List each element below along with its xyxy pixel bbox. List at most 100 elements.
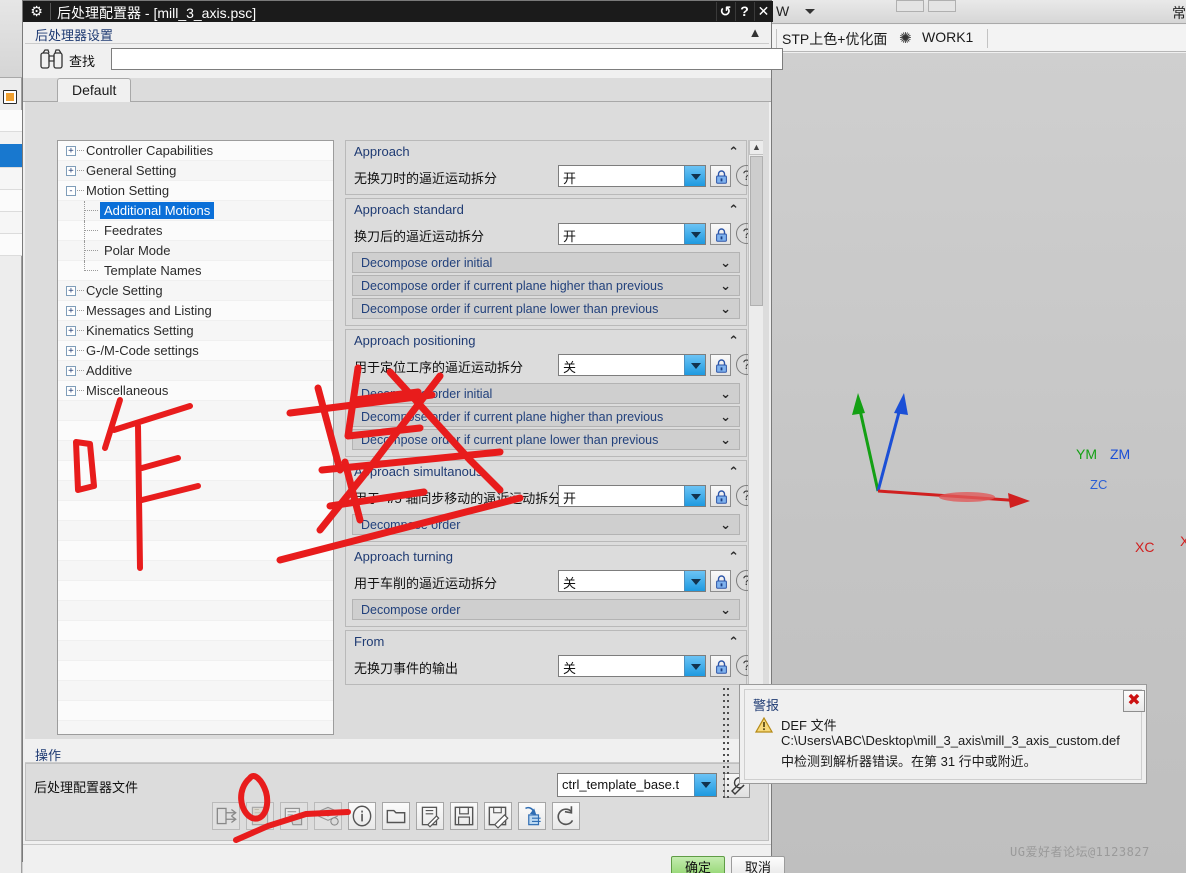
sidebar-item-controller-capabilities[interactable]: Controller Capabilities bbox=[86, 143, 213, 158]
group-header[interactable]: Approach standard ⌃ bbox=[346, 199, 746, 220]
chevron-up-icon[interactable]: ⌃ bbox=[728, 634, 739, 650]
expand-icon[interactable]: + bbox=[66, 326, 76, 336]
expand-icon[interactable]: + bbox=[66, 146, 76, 156]
param-combo[interactable]: 关 bbox=[558, 655, 706, 677]
chevron-down-icon[interactable] bbox=[684, 166, 705, 186]
chevron-up-icon[interactable]: ⌃ bbox=[728, 549, 739, 565]
sidebar-item-g-m-code-settings[interactable]: G-/M-Code settings bbox=[86, 343, 199, 358]
tab-stp-color[interactable]: STP上色+优化面 bbox=[782, 29, 887, 49]
tree-row[interactable]: + Miscellaneous bbox=[58, 381, 333, 401]
sidebar-item-additive[interactable]: Additive bbox=[86, 363, 132, 378]
tab-work1[interactable]: WORK1 bbox=[922, 29, 973, 45]
rail-row-3[interactable] bbox=[0, 168, 22, 190]
chevron-up-icon[interactable]: ⌃ bbox=[728, 202, 739, 218]
sidebar-item-kinematics-setting[interactable]: Kinematics Setting bbox=[86, 323, 194, 338]
rail-row-5[interactable] bbox=[0, 212, 22, 234]
scrollbar-thumb[interactable] bbox=[750, 156, 763, 306]
operation-toolbar[interactable]: DEF bbox=[212, 802, 612, 832]
sidebar-item-additional-motions[interactable]: Additional Motions bbox=[100, 202, 215, 219]
group-header[interactable]: Approach simultanous ⌃ bbox=[346, 461, 746, 482]
param-combo[interactable]: 开 bbox=[558, 165, 706, 187]
ok-button[interactable]: 确定 bbox=[671, 856, 725, 873]
tree-row[interactable]: Feedrates bbox=[58, 221, 333, 241]
param-combo[interactable]: 开 bbox=[558, 223, 706, 245]
view-menu-label[interactable]: W bbox=[776, 3, 789, 19]
decompose-order-item[interactable]: Decompose order if current plane lower t… bbox=[352, 429, 740, 450]
group-header[interactable]: Approach positioning ⌃ bbox=[346, 330, 746, 351]
lock-button[interactable] bbox=[710, 655, 731, 677]
chevron-down-icon[interactable] bbox=[684, 355, 705, 375]
save-button[interactable] bbox=[450, 802, 478, 830]
expand-icon[interactable]: + bbox=[66, 166, 76, 176]
sidebar-item-feedrates[interactable]: Feedrates bbox=[104, 223, 163, 238]
chevron-up-icon[interactable]: ⌃ bbox=[728, 464, 739, 480]
expand-icon[interactable]: + bbox=[66, 346, 76, 356]
tree-row[interactable]: + General Setting bbox=[58, 161, 333, 181]
tree-row[interactable]: + Controller Capabilities bbox=[58, 141, 333, 161]
sidebar-item-messages-and-listing[interactable]: Messages and Listing bbox=[86, 303, 212, 318]
expand-icon[interactable]: + bbox=[66, 306, 76, 316]
tree-row[interactable]: Additional Motions bbox=[58, 201, 333, 221]
lock-button[interactable] bbox=[710, 354, 731, 376]
tree-row[interactable]: + G-/M-Code settings bbox=[58, 341, 333, 361]
chevron-up-icon[interactable]: ▲ bbox=[747, 26, 763, 40]
sidebar-item-miscellaneous[interactable]: Miscellaneous bbox=[86, 383, 168, 398]
group-header[interactable]: Approach turning ⌃ bbox=[346, 546, 746, 567]
group-header[interactable]: Approach ⌃ bbox=[346, 141, 746, 162]
chevron-down-icon[interactable]: ⌄ bbox=[720, 517, 731, 533]
ribbon-button-a[interactable] bbox=[896, 0, 924, 12]
decompose-order-item[interactable]: Decompose order ⌄ bbox=[352, 514, 740, 535]
param-combo[interactable]: 关 bbox=[558, 570, 706, 592]
decompose-order-item[interactable]: Decompose order if current plane lower t… bbox=[352, 298, 740, 319]
chevron-down-icon[interactable]: ⌄ bbox=[720, 278, 731, 294]
template-combo[interactable]: ctrl_template_base.t bbox=[557, 773, 717, 797]
chevron-down-icon[interactable]: ⌄ bbox=[720, 386, 731, 402]
expand-icon[interactable]: + bbox=[66, 386, 76, 396]
rail-row-1[interactable] bbox=[0, 110, 22, 132]
open-folder-button[interactable] bbox=[382, 802, 410, 830]
tree-row[interactable]: Template Names bbox=[58, 261, 333, 281]
sidebar-item-motion-setting[interactable]: Motion Setting bbox=[86, 183, 169, 198]
decompose-order-item[interactable]: Decompose order if current plane higher … bbox=[352, 406, 740, 427]
tree-row[interactable]: Polar Mode bbox=[58, 241, 333, 261]
part-navigator-icon[interactable] bbox=[3, 90, 17, 104]
splitter-grip[interactable] bbox=[722, 686, 732, 801]
param-combo[interactable]: 开 bbox=[558, 485, 706, 507]
restore-button[interactable]: ↺ bbox=[716, 2, 734, 21]
lock-button[interactable] bbox=[710, 165, 731, 187]
rail-row-4[interactable] bbox=[0, 190, 22, 212]
scroll-up-button[interactable]: ▲ bbox=[749, 140, 763, 155]
chevron-down-icon[interactable]: ⌄ bbox=[720, 432, 731, 448]
find-input[interactable] bbox=[111, 48, 783, 70]
rail-row-selected[interactable] bbox=[0, 144, 22, 168]
collapse-icon[interactable]: - bbox=[66, 186, 76, 196]
lock-button[interactable] bbox=[710, 223, 731, 245]
tree-row[interactable]: + Kinematics Setting bbox=[58, 321, 333, 341]
chevron-down-icon[interactable] bbox=[684, 486, 705, 506]
dialog-titlebar[interactable]: ⚙ 后处理配置器 - [mill_3_axis.psc] ↺ ? ✕ bbox=[23, 1, 773, 22]
chevron-up-icon[interactable]: ⌃ bbox=[728, 144, 739, 160]
decompose-order-item[interactable]: Decompose order if current plane higher … bbox=[352, 275, 740, 296]
chevron-down-icon[interactable] bbox=[684, 224, 705, 244]
chevron-down-icon[interactable]: ⌄ bbox=[720, 602, 731, 618]
sidebar-item-cycle-setting[interactable]: Cycle Setting bbox=[86, 283, 163, 298]
settings-scrollbar[interactable]: ▲ ▼ bbox=[748, 140, 763, 735]
settings-panel[interactable]: Approach ⌃ 无换刀时的逼近运动拆分开? Approach standard ⌃… bbox=[345, 140, 763, 735]
chevron-down-icon[interactable] bbox=[684, 656, 705, 676]
expand-icon[interactable]: + bbox=[66, 286, 76, 296]
ribbon-button-b[interactable] bbox=[928, 0, 956, 12]
help-button[interactable]: ? bbox=[735, 2, 753, 21]
lock-button[interactable] bbox=[710, 570, 731, 592]
sidebar-item-template-names[interactable]: Template Names bbox=[104, 263, 202, 278]
chevron-down-icon[interactable]: ⌄ bbox=[720, 255, 731, 271]
copy-paste-button[interactable] bbox=[518, 802, 546, 830]
chevron-up-icon[interactable]: ⌃ bbox=[728, 333, 739, 349]
chevron-down-icon[interactable]: ⌄ bbox=[720, 301, 731, 317]
settings-tree[interactable]: + Controller Capabilities + General Setting… bbox=[57, 140, 334, 735]
decompose-order-item[interactable]: Decompose order ⌄ bbox=[352, 599, 740, 620]
decompose-order-item[interactable]: Decompose order initial ⌄ bbox=[352, 383, 740, 404]
chevron-down-icon[interactable] bbox=[694, 774, 716, 796]
sidebar-item-general-setting[interactable]: General Setting bbox=[86, 163, 176, 178]
tree-row[interactable]: + Messages and Listing bbox=[58, 301, 333, 321]
info-button[interactable] bbox=[348, 802, 376, 830]
